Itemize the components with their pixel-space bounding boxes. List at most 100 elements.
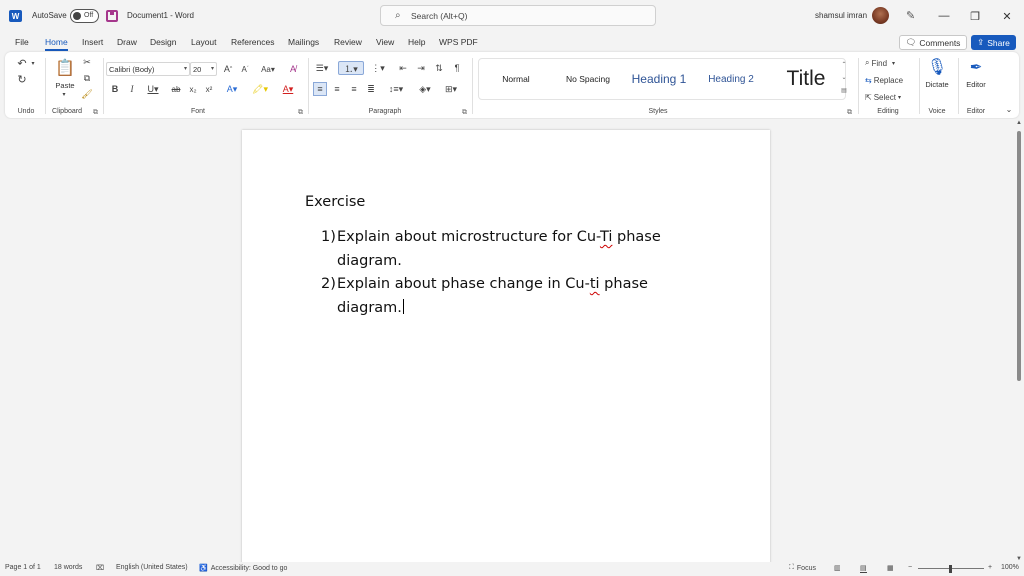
zoom-level[interactable]: 100% bbox=[1001, 564, 1019, 571]
scroll-thumb[interactable] bbox=[1017, 131, 1021, 381]
paste-dropdown-icon[interactable]: ▾ bbox=[59, 90, 69, 98]
microphone-icon[interactable]: 🎙 bbox=[927, 56, 947, 78]
decrease-indent-icon[interactable]: ⇤ bbox=[396, 61, 410, 75]
list-item-text[interactable]: Explain about microstructure for Cu-Ti p… bbox=[337, 226, 681, 273]
editor-icon[interactable]: ✒ bbox=[965, 56, 987, 78]
spelling-flag[interactable]: ti bbox=[590, 276, 600, 292]
minimize-button[interactable]: — bbox=[936, 8, 952, 24]
gallery-down-icon[interactable]: ⌄ bbox=[839, 72, 849, 85]
paragraph-launcher-icon[interactable]: ⧉ bbox=[462, 109, 467, 117]
justify-icon[interactable]: ≣ bbox=[364, 82, 378, 96]
strikethrough-icon[interactable]: ab bbox=[169, 82, 183, 96]
font-color-icon[interactable]: A▾ bbox=[277, 82, 299, 96]
accessibility-status[interactable]: ♿ Accessibility: Good to go bbox=[199, 564, 287, 573]
share-button[interactable]: ⇪ Share bbox=[971, 35, 1016, 50]
gallery-up-icon[interactable]: ⌃ bbox=[839, 59, 849, 72]
line-spacing-icon[interactable]: ↕≡▾ bbox=[383, 82, 409, 96]
print-layout-icon[interactable]: ▤ bbox=[860, 564, 867, 573]
tab-view[interactable]: View bbox=[376, 37, 394, 47]
bullets-icon[interactable]: ☰▾ bbox=[312, 61, 332, 75]
document-heading[interactable]: Exercise bbox=[305, 194, 365, 210]
styles-launcher-icon[interactable]: ⧉ bbox=[847, 109, 852, 117]
tab-layout[interactable]: Layout bbox=[191, 37, 217, 47]
zoom-out-icon[interactable]: − bbox=[908, 564, 912, 571]
clear-formatting-icon[interactable]: A̸ bbox=[286, 62, 300, 76]
spelling-flag[interactable]: Ti bbox=[600, 229, 612, 245]
align-center-icon[interactable]: ≡ bbox=[330, 82, 344, 96]
comments-button[interactable]: 🗨 Comments bbox=[899, 35, 967, 50]
undo-icon[interactable]: ↶ bbox=[15, 56, 29, 70]
dictate-label[interactable]: Dictate bbox=[920, 80, 954, 89]
grow-font-icon[interactable]: A ^ bbox=[222, 62, 234, 76]
shading-icon[interactable]: ◈▾ bbox=[415, 82, 435, 96]
style-title[interactable]: Title bbox=[773, 59, 839, 99]
font-size-select[interactable]: 20 ▾ bbox=[190, 62, 217, 76]
undo-dropdown-icon[interactable]: ▾ bbox=[30, 57, 36, 69]
close-button[interactable]: ✕ bbox=[999, 8, 1015, 24]
list-item[interactable]: 2) Explain about phase change in Cu-ti p… bbox=[321, 273, 681, 320]
proofing-icon[interactable]: ⌧ bbox=[96, 564, 104, 572]
find-button[interactable]: ⌕ Find ▾ bbox=[865, 57, 909, 69]
font-name-select[interactable]: Calibri (Body) ▾ bbox=[106, 62, 190, 76]
increase-indent-icon[interactable]: ⇥ bbox=[414, 61, 428, 75]
text-effects-icon[interactable]: A▾ bbox=[222, 82, 242, 96]
sort-icon[interactable]: ⇅ bbox=[432, 61, 446, 75]
show-marks-icon[interactable]: ¶ bbox=[451, 61, 463, 75]
tab-review[interactable]: Review bbox=[334, 37, 362, 47]
align-right-icon[interactable]: ≡ bbox=[347, 82, 361, 96]
pen-icon[interactable]: ✎ bbox=[906, 9, 915, 22]
tab-design[interactable]: Design bbox=[150, 37, 176, 47]
vertical-scrollbar[interactable]: ▲ ▼ bbox=[1014, 119, 1024, 562]
document-canvas[interactable]: Exercise 1) Explain about microstructure… bbox=[0, 119, 1014, 562]
numbering-icon[interactable]: ⒈▾ bbox=[338, 61, 364, 75]
italic-icon[interactable]: I bbox=[126, 82, 138, 96]
tab-references[interactable]: References bbox=[231, 37, 274, 47]
language-status[interactable]: English (United States) bbox=[116, 564, 188, 571]
zoom-slider-thumb[interactable] bbox=[949, 565, 952, 573]
tab-file[interactable]: File bbox=[15, 37, 29, 47]
cut-icon[interactable]: ✂ bbox=[81, 56, 93, 68]
tab-home[interactable]: Home bbox=[45, 37, 68, 51]
search-box[interactable]: ⌕ Search (Alt+Q) bbox=[380, 5, 656, 26]
document-page[interactable]: Exercise 1) Explain about microstructure… bbox=[242, 130, 770, 562]
zoom-in-icon[interactable]: + bbox=[988, 564, 992, 571]
page-count[interactable]: Page 1 of 1 bbox=[5, 564, 41, 571]
list-item[interactable]: 1) Explain about microstructure for Cu-T… bbox=[321, 226, 681, 273]
read-mode-icon[interactable]: ▥ bbox=[834, 564, 841, 572]
tab-wps-pdf[interactable]: WPS PDF bbox=[439, 37, 478, 47]
list-item-text[interactable]: Explain about phase change in Cu-ti phas… bbox=[337, 273, 681, 320]
change-case-icon[interactable]: Aa▾ bbox=[257, 62, 279, 76]
style-normal[interactable]: Normal bbox=[485, 59, 547, 99]
style-heading-2[interactable]: Heading 2 bbox=[699, 59, 763, 99]
multilevel-list-icon[interactable]: ⋮▾ bbox=[367, 61, 389, 75]
web-layout-icon[interactable]: ▦ bbox=[887, 564, 894, 572]
borders-icon[interactable]: ⊞▾ bbox=[440, 82, 462, 96]
numbered-list[interactable]: 1) Explain about microstructure for Cu-T… bbox=[321, 226, 681, 320]
collapse-ribbon-icon[interactable]: ⌄ bbox=[1004, 104, 1014, 114]
tab-insert[interactable]: Insert bbox=[82, 37, 103, 47]
format-painter-icon[interactable]: 🖌 bbox=[81, 88, 93, 100]
gallery-more-icon[interactable]: ▤ bbox=[839, 85, 849, 98]
style-no-spacing[interactable]: No Spacing bbox=[557, 59, 619, 99]
user-name[interactable]: shamsul imran bbox=[815, 11, 867, 20]
restore-button[interactable]: ❐ bbox=[967, 8, 983, 24]
clipboard-launcher-icon[interactable]: ⧉ bbox=[93, 109, 98, 117]
select-button[interactable]: ⇱ Select ▾ bbox=[865, 91, 913, 103]
highlight-icon[interactable]: 🖍▾ bbox=[249, 82, 271, 96]
word-count[interactable]: 18 words bbox=[54, 564, 82, 571]
tab-help[interactable]: Help bbox=[408, 37, 425, 47]
style-heading-1[interactable]: Heading 1 bbox=[626, 59, 692, 99]
align-left-icon[interactable]: ≡ bbox=[313, 82, 327, 96]
copy-icon[interactable]: ⧉ bbox=[81, 72, 93, 84]
scroll-up-icon[interactable]: ▲ bbox=[1016, 120, 1022, 126]
underline-icon[interactable]: U▾ bbox=[143, 82, 163, 96]
font-launcher-icon[interactable]: ⧉ bbox=[298, 109, 303, 117]
avatar[interactable] bbox=[872, 7, 889, 24]
paste-icon[interactable]: 📋 bbox=[54, 56, 76, 80]
redo-icon[interactable]: ↻ bbox=[15, 72, 29, 86]
replace-button[interactable]: ⇆ Replace bbox=[865, 74, 915, 86]
save-icon[interactable] bbox=[106, 10, 118, 22]
shrink-font-icon[interactable]: Aˇ bbox=[239, 62, 251, 76]
subscript-icon[interactable]: x₂ bbox=[187, 82, 199, 96]
editor-label[interactable]: Editor bbox=[960, 80, 992, 89]
